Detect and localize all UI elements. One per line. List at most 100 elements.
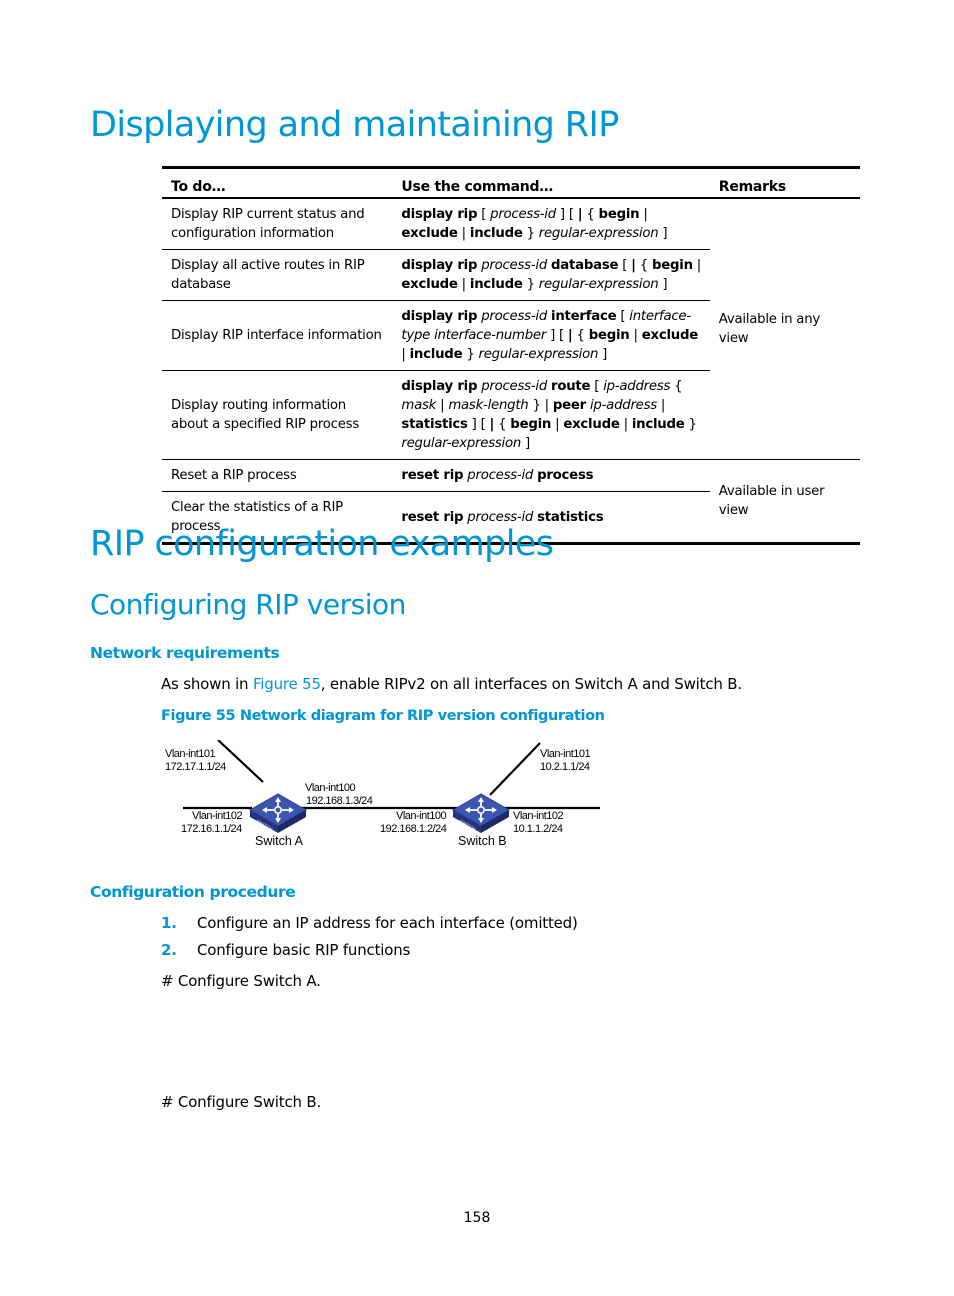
command-syntax: [: [590, 379, 604, 394]
command-table: To do… Use the command… Remarks Display …: [162, 166, 860, 545]
command-syntax: |: [639, 207, 648, 222]
command-parameter: mask-length: [448, 398, 529, 413]
command-cell: display rip process-id route [ ip-addres…: [392, 370, 710, 460]
command-syntax: {: [494, 417, 511, 432]
remarks-cell-user-view: Available in user view: [709, 459, 860, 545]
todo-cell: Display RIP interface information: [162, 300, 393, 371]
command-keyword: process: [537, 468, 594, 483]
command-parameter: regular-expression: [478, 347, 599, 362]
command-keyword: display rip: [401, 207, 478, 222]
comment-configure-switch-a: # Configure Switch A.: [161, 972, 321, 990]
command-keyword: exclude: [641, 328, 699, 343]
command-keyword: exclude: [563, 417, 620, 432]
command-syntax: [: [477, 207, 491, 222]
command-syntax: ]: [658, 226, 668, 241]
switch-a-vlan100-ip: 192.168.1.3/24: [306, 795, 373, 807]
command-syntax: ] [: [546, 328, 568, 343]
network-diagram: SWITCH SWITCH Vlan-int101 172.17.1.1/24 …: [160, 740, 610, 855]
command-keyword: statistics: [401, 417, 468, 432]
command-syntax: [: [616, 309, 630, 324]
command-parameter: regular-expression: [401, 436, 522, 451]
command-parameter: process-id: [467, 468, 534, 483]
command-syntax: ]: [658, 277, 668, 292]
switch-a-vlan102-ip: 172.16.1.1/24: [181, 823, 242, 835]
command-keyword: reset rip: [401, 509, 464, 525]
command-syntax: |: [629, 328, 642, 343]
command-syntax: {: [582, 207, 599, 222]
step-item: 2. Configure basic RIP functions: [161, 943, 410, 958]
header-todo: To do…: [162, 166, 393, 199]
command-keyword: begin: [651, 258, 693, 273]
command-parameter: process-id: [481, 379, 548, 394]
step-item: 1. Configure an IP address for each inter…: [161, 916, 578, 931]
command-keyword: route: [551, 379, 591, 394]
figure-caption: Figure 55 Network diagram for RIP versio…: [161, 708, 605, 724]
command-cell: display rip process-id database [ | { be…: [392, 249, 710, 301]
command-parameter: ip-address: [603, 379, 671, 394]
command-cell: reset rip process-id process: [392, 459, 710, 492]
step-number: 2.: [161, 941, 177, 959]
command-syntax: }: [684, 417, 697, 432]
command-syntax: |: [457, 226, 470, 241]
command-syntax: ] [: [467, 417, 490, 432]
network-requirements-text: As shown in Figure 55, enable RIPv2 on a…: [161, 677, 742, 692]
command-keyword: interface: [551, 309, 617, 324]
command-syntax: }: [462, 347, 479, 362]
command-parameter: process-id: [481, 258, 548, 273]
page-number: 158: [463, 1210, 491, 1226]
todo-cell: Display RIP current status and configura…: [162, 198, 393, 250]
command-parameter: process-id: [467, 509, 534, 525]
command-keyword: begin: [510, 417, 552, 432]
todo-cell: Display all active routes in RIP databas…: [162, 249, 393, 301]
command-keyword: exclude: [401, 226, 458, 241]
remarks-cell-any-view: Available in any view: [709, 198, 860, 460]
command-keyword: peer: [552, 398, 586, 413]
command-keyword: statistics: [537, 509, 604, 525]
requirements-text-after: , enable RIPv2 on all interfaces on Swit…: [320, 675, 742, 693]
command-parameter: ip-address: [589, 398, 657, 413]
command-syntax: {: [572, 328, 589, 343]
command-keyword: display rip: [401, 258, 478, 273]
subsection-title-configuring-rip-version: Configuring RIP version: [90, 588, 406, 621]
step-text: Configure basic RIP functions: [197, 941, 411, 959]
command-syntax: |: [656, 398, 666, 413]
figure-55-link[interactable]: Figure 55: [253, 675, 321, 693]
switch-a-vlan102-name: Vlan-int102: [192, 810, 243, 822]
command-keyword: include: [409, 347, 463, 362]
command-keyword: include: [469, 277, 523, 292]
switch-b-vlan102-ip: 10.1.1.2/24: [513, 823, 563, 835]
command-syntax: |: [457, 277, 470, 292]
command-syntax: ]: [521, 436, 530, 451]
command-keyword: database: [551, 258, 619, 273]
command-syntax: }: [522, 277, 539, 292]
comment-configure-switch-b: # Configure Switch B.: [161, 1093, 322, 1111]
command-syntax: {: [670, 379, 683, 394]
step-text: Configure an IP address for each interfa…: [197, 914, 578, 932]
command-syntax: ]: [598, 347, 608, 362]
command-syntax: |: [401, 347, 410, 362]
command-keyword: begin: [588, 328, 630, 343]
requirements-text-before: As shown in: [161, 675, 253, 693]
switch-a-vlan101-label: Vlan-int101 172.17.1.1/24: [165, 748, 226, 773]
header-command: Use the command…: [392, 166, 710, 199]
table-header-row: To do… Use the command… Remarks: [162, 166, 860, 199]
command-syntax: } |: [528, 398, 553, 413]
command-syntax: {: [635, 258, 652, 273]
switch-b-name: Switch B: [458, 834, 507, 848]
command-syntax: |: [551, 417, 564, 432]
command-syntax: ] [: [555, 207, 578, 222]
command-keyword: include: [631, 417, 685, 432]
heading-configuration-procedure: Configuration procedure: [90, 883, 296, 901]
command-parameter: regular-expression: [538, 277, 659, 292]
table-row: Reset a RIP process reset rip process-id…: [162, 459, 860, 545]
todo-cell: Reset a RIP process: [162, 459, 393, 492]
command-syntax: |: [692, 258, 702, 273]
command-keyword: begin: [598, 207, 640, 222]
command-parameter: process-id: [490, 207, 556, 222]
command-keyword: display rip: [401, 309, 478, 324]
switch-a-icon: SWITCH: [248, 793, 308, 833]
command-syntax: }: [522, 226, 539, 241]
switch-b-vlan102-name: Vlan-int102: [513, 810, 564, 822]
table-row: Display RIP current status and configura…: [162, 198, 860, 460]
todo-cell: Display routing information about a spec…: [162, 370, 393, 460]
